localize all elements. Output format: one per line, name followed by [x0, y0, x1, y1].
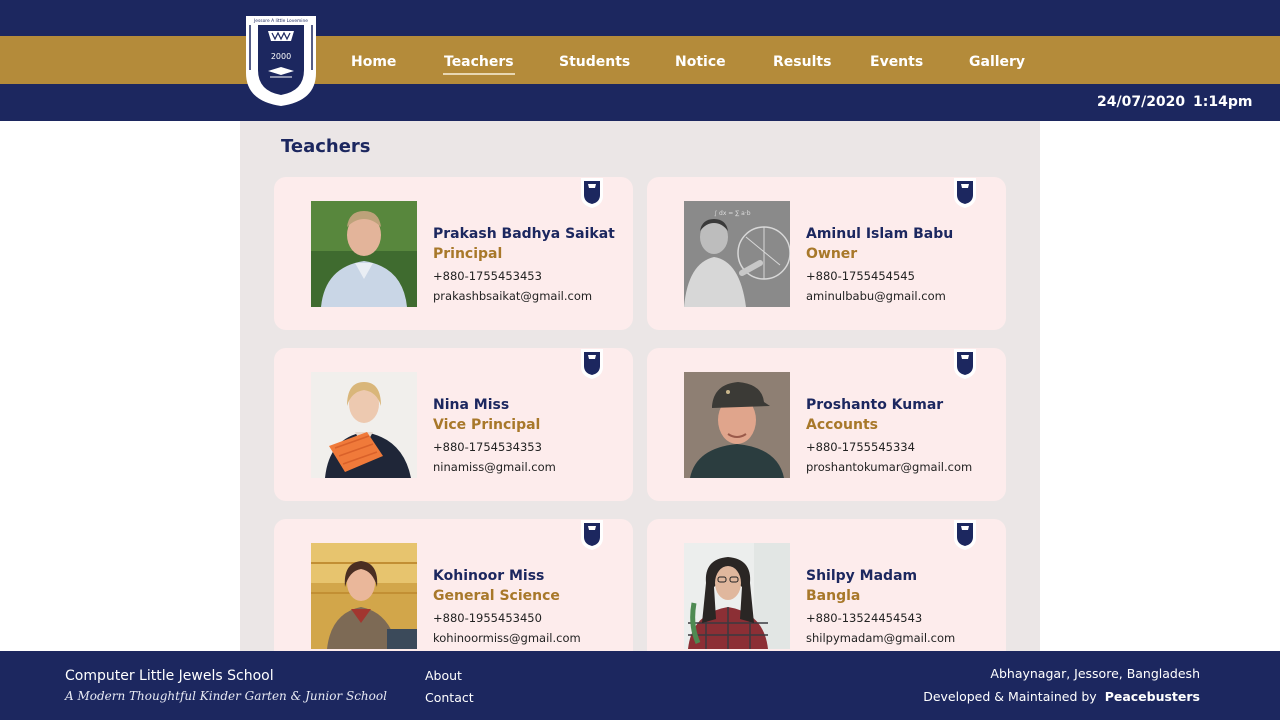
teacher-photo — [311, 372, 417, 478]
teacher-photo — [684, 372, 790, 478]
teacher-name: Proshanto Kumar — [806, 397, 944, 413]
teacher-email[interactable]: shilpymadam@gmail.com — [806, 631, 955, 645]
school-badge-icon — [580, 520, 604, 550]
teacher-role: General Science — [433, 588, 560, 604]
teacher-email[interactable]: ninamiss@gmail.com — [433, 460, 556, 474]
nav-notice[interactable]: Notice — [675, 36, 726, 84]
school-badge-icon — [953, 349, 977, 379]
logo-year-text: 2000 — [271, 52, 291, 61]
nav-teachers[interactable]: Teachers — [443, 36, 515, 84]
developer-name[interactable]: Peacebusters — [1105, 689, 1200, 704]
teacher-name: Aminul Islam Babu — [806, 226, 954, 242]
school-logo[interactable]: 2000 Jessore A little Lovemine — [244, 15, 318, 107]
main-content: Teachers Prakash Badhya Saikat Principal… — [240, 121, 1040, 651]
teacher-phone: +880-1755545334 — [806, 440, 915, 454]
teacher-phone: +880-1755454545 — [806, 269, 915, 283]
top-bar — [0, 0, 1280, 36]
footer-tagline: A Modern Thoughtful Kinder Garten & Juni… — [65, 689, 387, 703]
teacher-role: Accounts — [806, 417, 879, 433]
teacher-role: Bangla — [806, 588, 861, 604]
nav-students[interactable]: Students — [559, 36, 630, 84]
developed-by-label: Developed & Maintained by — [923, 689, 1097, 704]
nav-gallery[interactable]: Gallery — [969, 36, 1025, 84]
nav-results[interactable]: Results — [773, 36, 831, 84]
sub-bar — [0, 84, 1280, 121]
teacher-role: Owner — [806, 246, 858, 262]
teacher-phone: +880-13524454543 — [806, 611, 923, 625]
footer-developer-credit: Developed & Maintained by Peacebusters — [923, 689, 1200, 704]
current-date: 24/07/2020 — [1097, 94, 1186, 110]
teacher-card[interactable]: Prakash Badhya Saikat Principal +880-175… — [274, 177, 633, 330]
school-badge-icon — [953, 520, 977, 550]
school-badge-icon — [580, 178, 604, 208]
footer-link-about[interactable]: About — [425, 668, 462, 683]
school-badge-icon — [953, 178, 977, 208]
teacher-photo — [684, 543, 790, 649]
teacher-name: Prakash Badhya Saikat — [433, 226, 615, 242]
svg-text:∫ dx = ∑ a·b: ∫ dx = ∑ a·b — [714, 210, 751, 217]
teacher-card[interactable]: Kohinoor Miss General Science +880-19554… — [274, 519, 633, 651]
teacher-phone: +880-1754534353 — [433, 440, 542, 454]
teacher-email[interactable]: proshantokumar@gmail.com — [806, 460, 972, 474]
page-title: Teachers — [281, 136, 371, 157]
teacher-photo: ∫ dx = ∑ a·b — [684, 201, 790, 307]
teacher-email[interactable]: kohinoormiss@gmail.com — [433, 631, 581, 645]
footer-school-name: Computer Little Jewels School — [65, 668, 274, 684]
teacher-role: Vice Principal — [433, 417, 541, 433]
teacher-role: Principal — [433, 246, 503, 262]
teacher-card[interactable]: Proshanto Kumar Accounts +880-1755545334… — [647, 348, 1006, 501]
teacher-phone: +880-1955453450 — [433, 611, 542, 625]
nav-home[interactable]: Home — [351, 36, 396, 84]
teacher-name: Kohinoor Miss — [433, 568, 545, 584]
teacher-card[interactable]: Nina Miss Vice Principal +880-1754534353… — [274, 348, 633, 501]
teacher-name: Nina Miss — [433, 397, 510, 413]
teacher-card[interactable]: Shilpy Madam Bangla +880-13524454543 shi… — [647, 519, 1006, 651]
teacher-phone: +880-1755453453 — [433, 269, 542, 283]
teacher-name: Shilpy Madam — [806, 568, 918, 584]
nav-bar — [0, 36, 1280, 84]
nav-events[interactable]: Events — [870, 36, 923, 84]
footer: Computer Little Jewels School A Modern T… — [0, 651, 1280, 720]
teacher-photo — [311, 201, 417, 307]
logo-top-text: Jessore A little Lovemine — [253, 18, 308, 24]
footer-address: Abhaynagar, Jessore, Bangladesh — [990, 666, 1200, 681]
school-badge-icon — [580, 349, 604, 379]
current-time: 1:14pm — [1193, 94, 1253, 110]
teacher-email[interactable]: aminulbabu@gmail.com — [806, 289, 946, 303]
teacher-card[interactable]: ∫ dx = ∑ a·b Aminul Islam Babu Owner +88… — [647, 177, 1006, 330]
teacher-photo — [311, 543, 417, 649]
teacher-email[interactable]: prakashbsaikat@gmail.com — [433, 289, 592, 303]
footer-link-contact[interactable]: Contact — [425, 690, 474, 705]
